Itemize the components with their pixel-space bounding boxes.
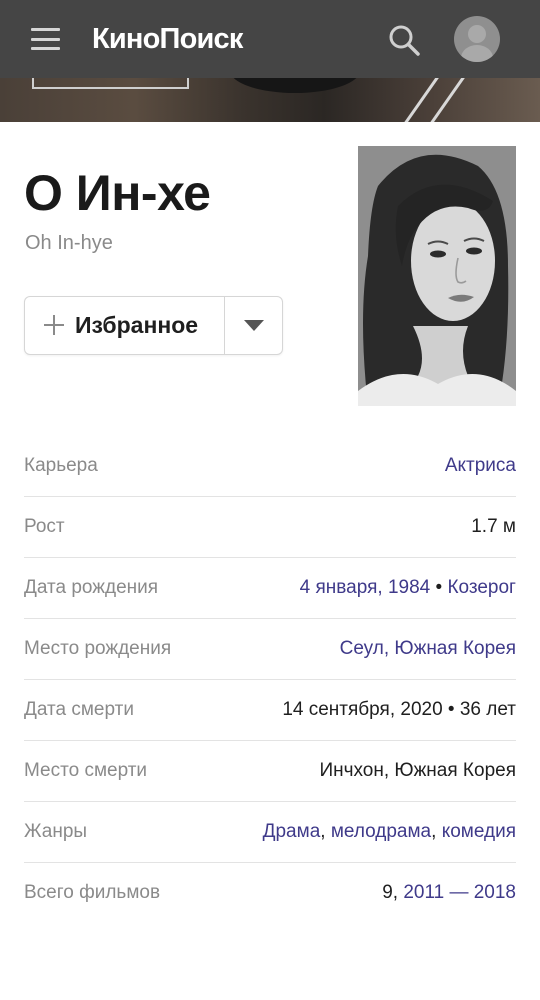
- career-link[interactable]: Актриса: [445, 455, 516, 476]
- hamburger-menu-icon[interactable]: [31, 28, 60, 50]
- birth-date-label: Дата рождения: [24, 577, 159, 598]
- birth-place-value: Сеул, Южная Корея: [340, 638, 516, 660]
- top-navigation-bar: КиноПоиск: [0, 0, 540, 78]
- search-icon[interactable]: [386, 22, 422, 58]
- death-date-label: Дата смерти: [24, 699, 134, 720]
- person-name: О Ин-хе: [24, 165, 211, 221]
- info-row-death-date: Дата смерти 14 сентября, 2020 • 36 лет: [24, 680, 516, 741]
- genre-link-melodrama[interactable]: мелодрама: [331, 821, 431, 842]
- height-label: Рост: [24, 516, 65, 537]
- bullet-separator: •: [430, 577, 448, 598]
- info-row-genres: Жанры Драма, мелодрама, комедия: [24, 802, 516, 863]
- death-place-value: Инчхон, Южная Корея: [319, 760, 516, 781]
- birth-place-label: Место рождения: [24, 638, 172, 659]
- birth-date-value: 4 января, 1984 • Козерог: [300, 577, 516, 599]
- genres-value: Драма, мелодрама, комедия: [263, 821, 516, 843]
- genre-link-drama[interactable]: Драма: [263, 821, 321, 842]
- career-value: Актриса: [445, 455, 516, 477]
- favorites-dropdown-button[interactable]: [225, 297, 282, 354]
- death-date-value: 14 сентября, 2020 • 36 лет: [282, 699, 516, 720]
- user-avatar-icon[interactable]: [454, 16, 500, 62]
- birth-place-link[interactable]: Сеул, Южная Корея: [340, 638, 516, 659]
- height-value: 1.7 м: [471, 516, 516, 537]
- info-row-height: Рост 1.7 м: [24, 497, 516, 558]
- plus-icon: [43, 314, 65, 336]
- comma-separator: ,: [431, 821, 442, 842]
- death-place-label: Место смерти: [24, 760, 148, 781]
- person-info-table: Карьера Актриса Рост 1.7 м Дата рождения…: [24, 436, 516, 924]
- favorite-button-group: Избранное: [24, 296, 283, 355]
- genres-label: Жанры: [24, 821, 88, 842]
- cover-banner-image: [0, 78, 540, 122]
- add-to-favorites-button[interactable]: Избранное: [25, 297, 224, 354]
- info-row-birth-place: Место рождения Сеул, Южная Корея: [24, 619, 516, 680]
- career-label: Карьера: [24, 455, 98, 476]
- comma-separator: ,: [320, 821, 331, 842]
- person-original-name: Oh In-hye: [25, 232, 113, 254]
- person-portrait-photo: [358, 146, 516, 406]
- films-count: 9,: [382, 882, 404, 903]
- kinopoisk-logo[interactable]: КиноПоиск: [92, 22, 243, 56]
- favorites-label: Избранное: [75, 312, 199, 338]
- zodiac-sign-link[interactable]: Козерог: [447, 577, 516, 598]
- birth-date-link[interactable]: 4 января, 1984: [300, 577, 431, 598]
- genre-link-comedy[interactable]: комедия: [442, 821, 516, 842]
- films-years-link[interactable]: 2011 — 2018: [403, 882, 516, 903]
- info-row-death-place: Место смерти Инчхон, Южная Корея: [24, 741, 516, 802]
- info-row-birth-date: Дата рождения 4 января, 1984 • Козерог: [24, 558, 516, 619]
- total-films-label: Всего фильмов: [24, 882, 161, 903]
- caret-down-icon: [243, 320, 264, 331]
- info-row-career: Карьера Актриса: [24, 436, 516, 497]
- info-row-total-films: Всего фильмов 9, 2011 — 2018: [24, 863, 516, 924]
- total-films-value: 9, 2011 — 2018: [382, 882, 516, 904]
